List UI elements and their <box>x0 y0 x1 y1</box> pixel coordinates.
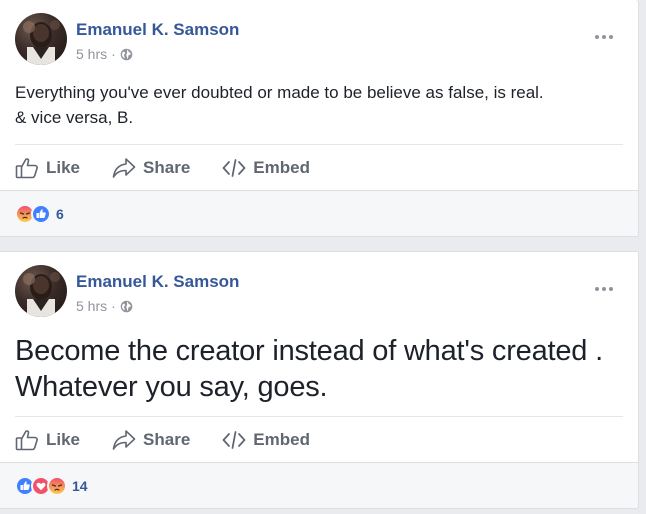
like-label: Like <box>46 157 81 177</box>
thumbs-up-icon <box>15 157 39 179</box>
post-actions: Like Share Embed <box>15 416 623 462</box>
reaction-count[interactable]: 6 <box>56 206 64 222</box>
author-avatar[interactable] <box>15 13 67 65</box>
meta-separator: · <box>111 298 116 314</box>
embed-label: Embed <box>253 157 310 177</box>
post-text-line: Everything you've ever doubted or made t… <box>15 83 544 102</box>
code-embed-icon <box>222 429 246 451</box>
share-arrow-icon <box>112 157 136 179</box>
post-footer: 6 <box>0 190 638 236</box>
more-options-icon[interactable] <box>593 29 615 39</box>
like-button[interactable]: Like <box>15 417 80 462</box>
post-timestamp[interactable]: 5 hrs <box>76 298 107 314</box>
meta-separator: · <box>111 46 116 62</box>
more-options-icon[interactable] <box>593 281 615 291</box>
like-reaction-icon <box>31 203 51 224</box>
globe-icon[interactable] <box>120 300 133 313</box>
share-label: Share <box>143 157 191 177</box>
share-label: Share <box>143 429 191 449</box>
post-card: Emanuel K. Samson 5 hrs · Become the cre… <box>0 251 639 509</box>
like-label: Like <box>46 429 81 449</box>
code-embed-icon <box>222 157 246 179</box>
embed-button[interactable]: Embed <box>222 417 310 462</box>
post-meta: 5 hrs · <box>76 46 133 62</box>
like-button[interactable]: Like <box>15 145 80 190</box>
reaction-summary[interactable] <box>15 475 67 496</box>
share-button[interactable]: Share <box>112 145 190 190</box>
post-actions: Like Share Embed <box>15 144 623 190</box>
post-text-line: & vice versa, B. <box>15 108 134 127</box>
post-text: Become the creator instead of what's cre… <box>15 333 623 405</box>
reaction-count[interactable]: 14 <box>72 478 88 494</box>
embed-button[interactable]: Embed <box>222 145 310 190</box>
thumbs-up-icon <box>15 429 39 451</box>
post-header: Emanuel K. Samson 5 hrs · <box>15 13 625 65</box>
embed-label: Embed <box>253 429 310 449</box>
post-footer: 14 <box>0 462 638 508</box>
author-name[interactable]: Emanuel K. Samson <box>76 20 239 40</box>
post-meta: 5 hrs · <box>76 298 133 314</box>
post-text-line: Whatever you say, goes. <box>15 371 328 403</box>
reaction-summary[interactable] <box>15 203 51 224</box>
author-avatar[interactable] <box>15 265 67 317</box>
post-text: Everything you've ever doubted or made t… <box>15 80 623 130</box>
post-header: Emanuel K. Samson 5 hrs · <box>15 265 625 317</box>
share-button[interactable]: Share <box>112 417 190 462</box>
globe-icon[interactable] <box>120 48 133 61</box>
angry-reaction-icon <box>47 475 67 496</box>
post-timestamp[interactable]: 5 hrs <box>76 46 107 62</box>
post-card: Emanuel K. Samson 5 hrs · Everything you… <box>0 0 639 237</box>
post-text-line: Become the creator instead of what's cre… <box>15 335 603 367</box>
author-name[interactable]: Emanuel K. Samson <box>76 272 239 292</box>
share-arrow-icon <box>112 429 136 451</box>
